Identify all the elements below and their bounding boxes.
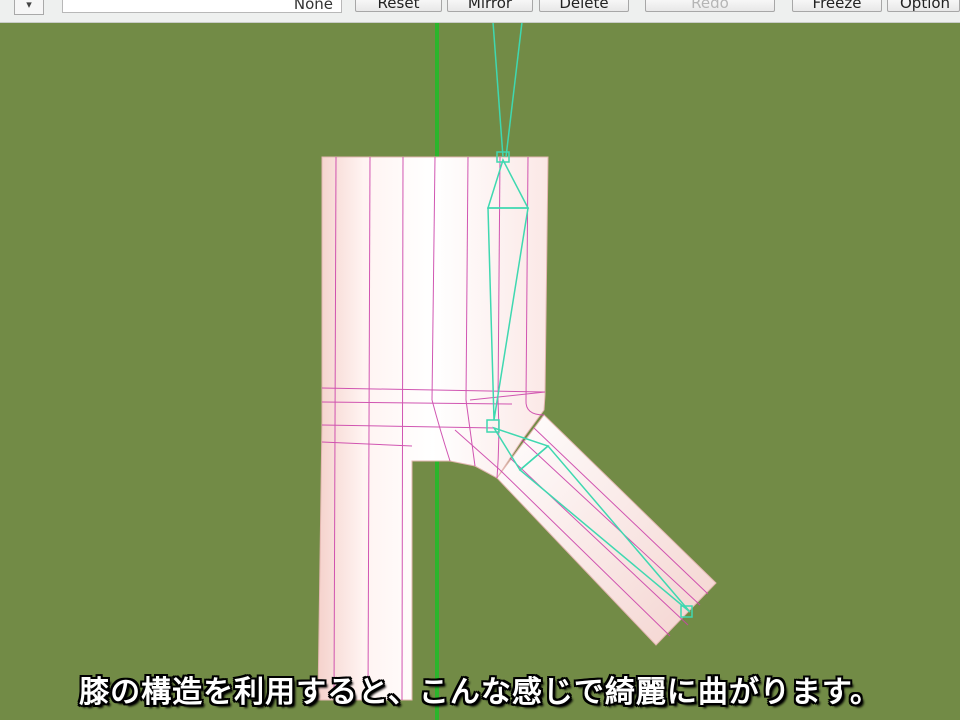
top-toolbar: ▾ None Reset Mirror Delete Redo Freeze O…	[0, 0, 960, 23]
3d-viewport[interactable]: ▾ None Reset Mirror Delete Redo Freeze O…	[0, 0, 960, 720]
shin-mesh	[496, 414, 717, 646]
scene-canvas[interactable]	[0, 0, 960, 720]
option-button[interactable]: Option	[887, 0, 960, 12]
video-subtitle: 膝の構造を利用すると、こんな感じで綺麗に曲がります。	[79, 675, 881, 710]
mirror-button[interactable]: Mirror	[447, 0, 533, 12]
redo-button[interactable]: Redo	[645, 0, 775, 12]
reset-button[interactable]: Reset	[355, 0, 442, 12]
delete-button[interactable]: Delete	[539, 0, 629, 12]
selection-field[interactable]: None	[62, 0, 342, 13]
freeze-button[interactable]: Freeze	[792, 0, 882, 12]
thigh-mesh	[317, 156, 549, 701]
dropdown-arrow-button[interactable]: ▾	[14, 0, 44, 15]
